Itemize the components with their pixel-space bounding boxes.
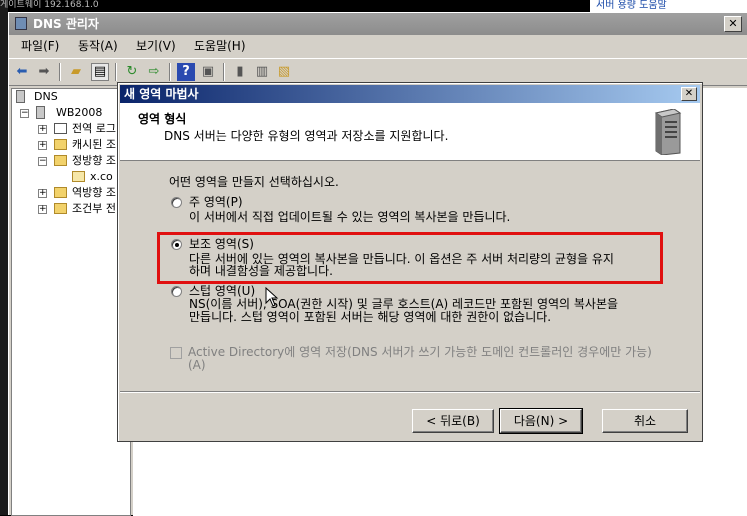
tree-item-global-logs[interactable]: + 전역 로그 (12, 121, 130, 137)
tree-label: 캐시된 조 (72, 138, 116, 151)
wizard-close-button[interactable]: ✕ (681, 87, 697, 101)
folder-icon (54, 155, 67, 166)
log-icon (54, 123, 67, 134)
collapse-icon[interactable]: − (20, 109, 29, 118)
folder-icon (54, 187, 67, 198)
wizard-header: 영역 형식 DNS 서버는 다양한 유형의 영역과 저장소를 지원합니다. (120, 103, 700, 161)
list-icon[interactable]: ▥ (253, 63, 271, 81)
tree-item-conditional-forwarders[interactable]: + 조건부 전 (12, 201, 130, 217)
expand-icon[interactable]: + (38, 205, 47, 214)
menu-action[interactable]: 동작(A) (78, 39, 118, 53)
background-text: 게이트웨이 192.168.1.0 (0, 0, 99, 10)
properties-icon[interactable]: ▣ (199, 63, 217, 81)
forward-icon[interactable]: ➡ (35, 63, 53, 81)
primary-zone-label[interactable]: 주 영역(P) (189, 195, 243, 209)
tree-label: 전역 로그 (72, 122, 116, 135)
radio-primary-zone[interactable] (171, 197, 182, 208)
tree-item-dns[interactable]: DNS (12, 89, 130, 105)
server-icon[interactable]: ▮ (231, 63, 249, 81)
background-browser-link[interactable]: 서버 용량 도움말 (590, 0, 747, 12)
tree-label: 조건부 전 (72, 202, 116, 215)
zone-type-prompt: 어떤 영역을 만들지 선택하십시오. (169, 175, 339, 189)
collapse-icon[interactable]: − (38, 157, 47, 166)
export-icon[interactable]: ⇨ (145, 63, 163, 81)
main-window-title: DNS 관리자 (33, 17, 99, 31)
expand-icon[interactable]: + (38, 189, 47, 198)
background-terminal (0, 0, 8, 515)
server-icon (36, 106, 45, 119)
next-button[interactable]: 다음(N) > (499, 408, 583, 434)
ad-store-label-line2: (A) (188, 358, 206, 372)
button-divider (120, 391, 700, 393)
cancel-button[interactable]: 취소 (602, 409, 688, 433)
mouse-pointer-icon (265, 287, 279, 307)
back-button[interactable]: < 뒤로(B) (412, 409, 494, 433)
main-titlebar[interactable]: DNS 관리자 ✕ (9, 13, 747, 35)
toolbar-separator (169, 63, 171, 81)
tree-label: 역방향 조 (72, 186, 116, 199)
wizard-header-subtitle: DNS 서버는 다양한 유형의 영역과 저장소를 지원합니다. (164, 129, 449, 143)
zone-icon[interactable]: ▧ (275, 63, 293, 81)
highlight-annotation (157, 232, 663, 284)
radio-stub-zone[interactable] (171, 286, 182, 297)
console-tree: DNS − WB2008 + 전역 로그 + 캐시된 조 − 정방향 조 x.c… (11, 88, 131, 516)
menu-view[interactable]: 보기(V) (136, 39, 176, 53)
wizard-header-title: 영역 형식 (138, 112, 187, 126)
menu-help[interactable]: 도움말(H) (194, 39, 246, 53)
refresh-icon[interactable]: ↻ (123, 63, 141, 81)
wizard-title: 새 영역 마법사 (124, 87, 199, 101)
stub-zone-description: NS(이름 서버), SOA(권한 시작) 및 글루 호스트(A) 레코드만 포… (189, 297, 619, 311)
tree-item-forward-lookup[interactable]: − 정방향 조 (12, 153, 130, 169)
wizard-titlebar[interactable]: 새 영역 마법사 ✕ (120, 85, 700, 103)
ad-store-label: Active Directory에 영역 저장(DNS 서버가 쓰기 가능한 도… (188, 345, 652, 359)
main-close-button[interactable]: ✕ (724, 16, 742, 32)
zone-icon (72, 171, 85, 182)
tree-label: DNS (34, 90, 58, 103)
up-folder-icon[interactable]: ▰ (67, 63, 85, 81)
tree-label: WB2008 (56, 106, 103, 119)
toolbar-separator (223, 63, 225, 81)
expand-icon[interactable]: + (38, 141, 47, 150)
dns-app-icon (15, 17, 27, 30)
folder-icon (54, 203, 67, 214)
show-tree-icon[interactable]: ▤ (91, 63, 109, 81)
menu-file[interactable]: 파일(F) (21, 39, 59, 53)
server-tower-icon (654, 109, 682, 155)
help-icon[interactable]: ? (177, 63, 195, 81)
toolbar-separator (59, 63, 61, 81)
stub-zone-description-line2: 만듭니다. 스텁 영역이 포함된 서버는 해당 영역에 대한 권한이 없습니다. (189, 310, 552, 324)
expand-icon[interactable]: + (38, 125, 47, 134)
server-icon (16, 90, 25, 103)
tree-item-cached-lookups[interactable]: + 캐시된 조 (12, 137, 130, 153)
back-icon[interactable]: ⬅ (13, 63, 31, 81)
ad-store-checkbox[interactable] (170, 347, 182, 359)
stub-zone-label[interactable]: 스텁 영역(U) (189, 284, 255, 298)
tree-item-reverse-lookup[interactable]: + 역방향 조 (12, 185, 130, 201)
menubar: 파일(F) 동작(A) 보기(V) 도움말(H) (9, 35, 747, 57)
tree-item-zone[interactable]: x.co (12, 169, 130, 185)
folder-icon (54, 139, 67, 150)
tree-label: 정방향 조 (72, 154, 116, 167)
primary-zone-description: 이 서버에서 직접 업데이트될 수 있는 영역의 복사본을 만듭니다. (189, 210, 511, 224)
toolbar-separator (115, 63, 117, 81)
tree-label: x.co (90, 170, 113, 183)
tree-item-server[interactable]: − WB2008 (12, 105, 130, 121)
